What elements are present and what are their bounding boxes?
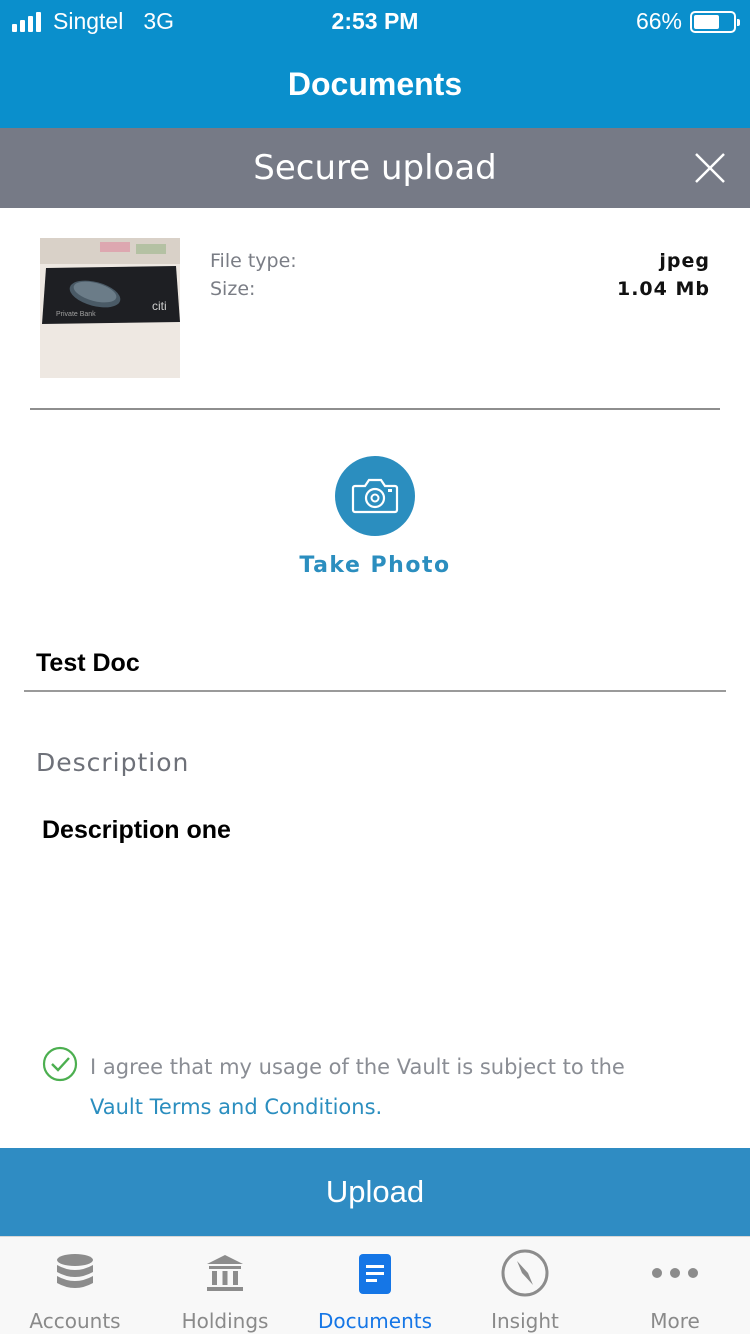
agree-checkbox-icon[interactable] — [42, 1046, 78, 1082]
terms-text: I agree that my usage of the Vault is su… — [90, 1047, 720, 1127]
file-type-value: jpeg — [659, 250, 710, 272]
compass-icon — [501, 1249, 549, 1297]
take-photo-label[interactable]: Take Photo — [0, 553, 750, 578]
take-photo-button[interactable] — [335, 456, 415, 536]
bank-icon — [207, 1255, 243, 1291]
tab-label: Insight — [491, 1309, 559, 1333]
tab-label: Documents — [317, 1309, 433, 1333]
status-bar: Singtel 3G 2:53 PM 66% — [0, 0, 750, 40]
tab-more[interactable]: More — [600, 1237, 750, 1334]
more-dots-icon — [652, 1268, 698, 1278]
divider — [30, 408, 720, 410]
svg-text:citi: citi — [152, 299, 167, 313]
tab-holdings[interactable]: Holdings — [150, 1237, 300, 1334]
tab-label: Holdings — [181, 1309, 269, 1333]
tab-documents[interactable]: Documents — [300, 1237, 450, 1334]
file-size-row: Size: 1.04 Mb — [210, 275, 710, 303]
modal-header: Secure upload — [0, 128, 750, 208]
file-type-row: File type: jpeg — [210, 247, 710, 275]
terms-statement: I agree that my usage of the Vault is su… — [90, 1055, 625, 1079]
document-title-input[interactable] — [24, 636, 726, 692]
terms-link[interactable]: Vault Terms and Conditions. — [90, 1087, 720, 1127]
tab-bar: Accounts Holdings Documents Insight More — [0, 1236, 750, 1334]
close-icon[interactable] — [692, 150, 728, 186]
file-size-value: 1.04 Mb — [616, 278, 710, 300]
battery-icon — [690, 10, 740, 33]
description-label: Description — [36, 748, 190, 777]
page-title: Documents — [0, 40, 750, 128]
tab-label: Accounts — [29, 1309, 121, 1333]
document-icon — [359, 1254, 391, 1294]
tab-insight[interactable]: Insight — [450, 1237, 600, 1334]
file-type-label: File type: — [210, 250, 297, 272]
status-right: 66% — [635, 8, 740, 35]
tab-accounts[interactable]: Accounts — [0, 1237, 150, 1334]
svg-text:Private Bank: Private Bank — [56, 311, 96, 318]
database-icon — [57, 1254, 93, 1288]
camera-icon — [351, 478, 399, 514]
description-input[interactable]: Description one — [30, 808, 720, 1008]
file-meta: File type: jpeg Size: 1.04 Mb — [210, 247, 710, 303]
file-size-label: Size: — [210, 278, 256, 300]
modal-title: Secure upload — [253, 148, 497, 188]
file-thumbnail: citi Private Bank — [40, 238, 180, 378]
tab-label: More — [650, 1309, 700, 1333]
battery-percent: 66% — [635, 8, 682, 34]
upload-button[interactable]: Upload — [0, 1148, 750, 1236]
